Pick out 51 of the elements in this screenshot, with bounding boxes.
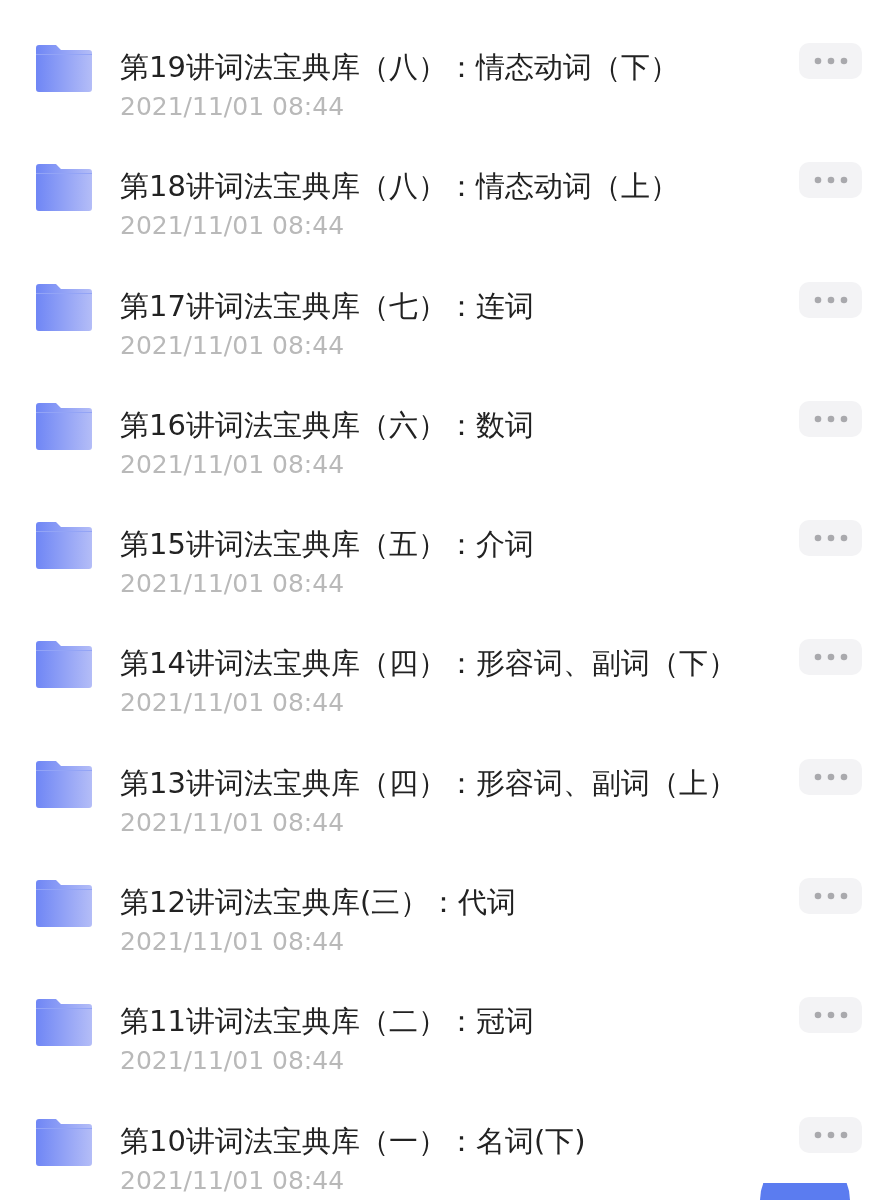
more-icon	[813, 295, 848, 304]
more-button[interactable]	[799, 758, 862, 795]
file-date: 2021/11/01 08:44	[120, 332, 345, 359]
folder-icon	[36, 880, 92, 928]
more-icon	[813, 1130, 848, 1139]
more-icon	[813, 772, 848, 781]
more-icon	[813, 892, 848, 901]
file-name: 第18讲词法宝典库（八）：情态动词（上）	[120, 168, 679, 206]
folder-icon	[36, 999, 92, 1047]
folder-icon	[36, 641, 92, 689]
folder-icon	[36, 402, 92, 450]
more-icon	[813, 1011, 848, 1020]
more-button[interactable]	[799, 639, 862, 676]
folder-icon	[36, 45, 92, 92]
file-name: 第14讲词法宝典库（四）：形容词、副词（下）	[120, 645, 737, 683]
file-date: 2021/11/01 08:44	[120, 571, 345, 598]
folder-icon	[36, 283, 92, 331]
file-date: 2021/11/01 08:44	[120, 94, 345, 120]
more-button[interactable]	[799, 878, 862, 915]
more-button[interactable]	[799, 1116, 862, 1153]
more-icon	[813, 653, 848, 662]
file-name: 第17讲词法宝典库（七）：连词	[120, 287, 534, 325]
folder-icon	[36, 1118, 92, 1166]
file-date: 2021/11/01 08:44	[120, 809, 345, 836]
more-button[interactable]	[799, 43, 862, 79]
file-name: 第10讲词法宝典库（一）：名词(下)	[120, 1122, 586, 1160]
more-icon	[813, 57, 848, 65]
file-name: 第12讲词法宝典库(三）：代词	[120, 884, 517, 922]
folder-icon	[36, 760, 92, 808]
more-button[interactable]	[799, 520, 862, 557]
file-date: 2021/11/01 08:44	[120, 213, 345, 240]
file-name: 第15讲词法宝典库（五）：介词	[120, 526, 534, 564]
more-button[interactable]	[799, 281, 862, 318]
file-date: 2021/11/01 08:44	[120, 929, 345, 956]
file-date: 2021/11/01 08:44	[120, 1167, 345, 1194]
file-name: 第16讲词法宝典库（六）：数词	[120, 406, 534, 444]
floating-button[interactable]	[760, 1183, 850, 1200]
file-name: 第19讲词法宝典库（八）：情态动词（下）	[120, 49, 679, 86]
folder-icon	[36, 522, 92, 570]
more-icon	[813, 176, 848, 185]
more-button[interactable]	[799, 400, 862, 437]
file-name: 第13讲词法宝典库（四）：形容词、副词（上）	[120, 764, 737, 802]
file-date: 2021/11/01 08:44	[120, 451, 345, 478]
more-button[interactable]	[799, 162, 862, 199]
more-icon	[813, 414, 848, 423]
file-name: 第11讲词法宝典库（二）：冠词	[120, 1003, 534, 1041]
file-date: 2021/11/01 08:44	[120, 1048, 345, 1075]
more-icon	[813, 534, 848, 543]
folder-icon	[36, 164, 92, 212]
file-date: 2021/11/01 08:44	[120, 690, 345, 717]
more-button[interactable]	[799, 997, 862, 1034]
